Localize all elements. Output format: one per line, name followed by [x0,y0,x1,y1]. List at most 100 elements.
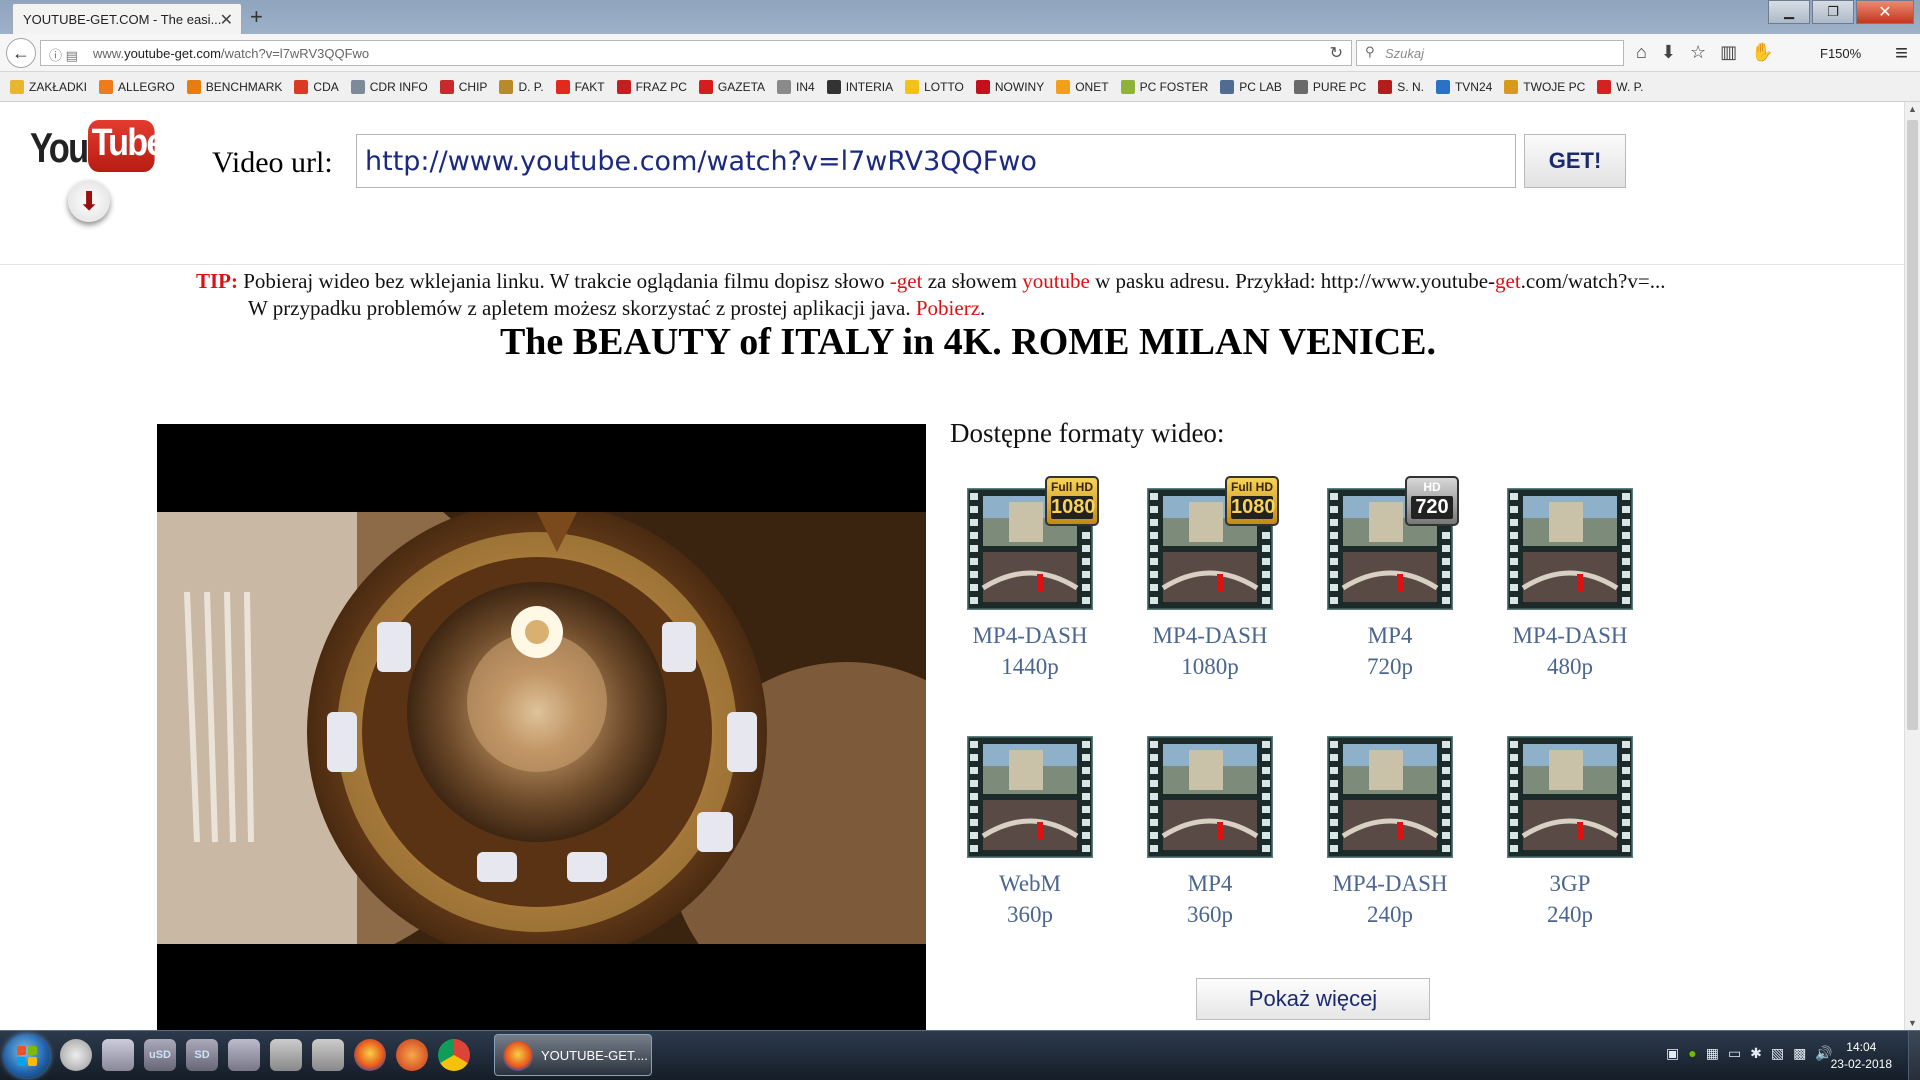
film-strip-icon [1145,734,1275,860]
hard-drive-icon[interactable] [270,1039,302,1071]
bookmark-item[interactable]: PC FOSTER [1120,79,1208,94]
address-bar[interactable]: ⓘ ▤ www.youtube-get.com/watch?v=l7wRV3QQ… [40,40,1352,66]
header-divider [0,264,1904,265]
java-download-link[interactable]: Pobierz [916,296,980,320]
bookmark-item[interactable]: LOTTO [905,79,964,94]
bookmark-item[interactable]: TWOJE PC [1504,79,1585,94]
zoom-level[interactable]: F150% [1820,46,1861,61]
format-option[interactable]: 3GP 240p [1490,734,1650,930]
bluetooth-icon[interactable]: ✱ [1750,1045,1762,1062]
taskbar-firefox-window[interactable]: YOUTUBE-GET.... [494,1034,652,1076]
tray-app-2-icon[interactable]: ▦ [1706,1045,1719,1062]
format-label[interactable]: MP4-DASH 240p [1310,868,1470,930]
format-option[interactable]: MP4 360p [1130,734,1290,930]
bookmark-item[interactable]: FRAZ PC [616,79,687,94]
bookmark-item[interactable]: BENCHMARK [186,79,282,94]
new-tab-icon[interactable]: + [250,4,263,30]
tray-app-icon[interactable]: ▣ [1666,1045,1679,1062]
close-window-icon[interactable]: ✕ [1856,0,1914,24]
bookmark-item[interactable]: PC LAB [1220,79,1282,94]
hamburger-menu-icon[interactable]: ≡ [1895,40,1908,66]
bookmark-item[interactable]: GAZETA [698,79,765,94]
removable-drive-icon[interactable] [228,1039,260,1071]
maximize-icon[interactable]: ❐ [1812,0,1854,24]
format-option[interactable]: WebM 360p [950,734,1110,930]
bookmark-item[interactable]: CHIP [439,79,487,94]
tray-app-4-icon[interactable]: ▩ [1793,1045,1806,1062]
page-scrollbar[interactable]: ▲ ▼ [1904,102,1920,1030]
home-icon[interactable]: ⌂ [1636,42,1647,63]
ccleaner-icon[interactable] [396,1039,428,1071]
firefox-icon[interactable] [354,1039,386,1071]
drive-icon[interactable] [102,1039,134,1071]
search-input[interactable]: ⚲ Szukaj [1356,40,1624,66]
format-option[interactable]: Full HD 1080 MP4-DASH 1080p [1130,476,1290,682]
system-clock[interactable]: 14:04 23-02-2018 [1831,1039,1892,1073]
get-button[interactable]: GET! [1524,134,1626,188]
format-icon[interactable] [1145,734,1275,860]
format-icon[interactable] [1505,486,1635,612]
format-option[interactable]: Full HD 1080 MP4-DASH 1440p [950,476,1110,682]
chrome-icon[interactable] [438,1039,470,1071]
format-label[interactable]: MP4 720p [1310,620,1470,682]
format-option[interactable]: HD 720 MP4 720p [1310,476,1470,682]
extension-icon[interactable]: ✋ [1751,42,1773,63]
close-tab-icon[interactable]: ✕ [220,10,233,30]
format-icon[interactable]: HD 720 [1325,476,1459,612]
bookmark-item[interactable]: IN4 [777,79,815,94]
youtube-get-logo[interactable]: You Tube ⬇ [30,120,165,224]
scroll-up-icon[interactable]: ▲ [1908,104,1917,114]
info-icon[interactable]: ⓘ ▤ [49,45,78,64]
bookmark-star-icon[interactable]: ☆ [1690,42,1706,63]
format-icon[interactable] [1325,734,1455,860]
bookmark-item[interactable]: S. N. [1378,79,1424,94]
bookmark-item[interactable]: INTERIA [826,79,893,94]
format-label[interactable]: MP4-DASH 1080p [1130,620,1290,682]
scroll-thumb[interactable] [1907,120,1918,730]
format-option[interactable]: MP4-DASH 240p [1310,734,1470,930]
video-player[interactable] [157,424,926,1030]
bookmark-item[interactable]: TVN24 [1435,79,1492,94]
bookmark-item[interactable]: ALLEGRO [99,79,175,94]
tray-app-3-icon[interactable]: ▧ [1771,1045,1784,1062]
show-more-button[interactable]: Pokaż więcej [1196,978,1430,1020]
format-label[interactable]: WebM 360p [950,868,1110,930]
format-label[interactable]: MP4-DASH 1440p [950,620,1110,682]
sd-card-icon[interactable]: SD [186,1039,218,1071]
library-icon[interactable]: ▥ [1720,42,1737,63]
bookmark-item[interactable]: W. P. [1597,79,1643,94]
bookmark-item[interactable]: NOWINY [975,79,1044,94]
show-desktop-button[interactable] [1908,1031,1920,1080]
back-arrow-icon[interactable]: ← [6,38,36,68]
format-icon[interactable] [1505,734,1635,860]
cd-drive-icon[interactable] [60,1039,92,1071]
video-title: The BEAUTY of ITALY in 4K. ROME MILAN VE… [499,321,1437,363]
minimize-icon[interactable]: ▁ [1768,0,1810,24]
bookmark-item[interactable]: PURE PC [1293,79,1366,94]
format-label[interactable]: MP4-DASH 480p [1490,620,1650,682]
format-icon[interactable] [965,734,1095,860]
usd-card-icon[interactable]: uSD [144,1039,176,1071]
scroll-down-icon[interactable]: ▼ [1908,1018,1917,1028]
format-icon[interactable]: Full HD 1080 [1145,476,1279,612]
tip-get-word: -get [889,269,923,293]
format-option[interactable]: MP4-DASH 480p [1490,486,1650,682]
bookmark-item[interactable]: FAKT [555,79,605,94]
bookmark-item[interactable]: ONET [1056,79,1109,94]
bookmark-label: CDR INFO [369,79,428,94]
browser-tab[interactable]: YOUTUBE-GET.COM - The easi... ✕ [12,3,242,34]
download-icon[interactable]: ⬇ [1661,42,1676,63]
bookmark-item[interactable]: CDA [294,79,339,94]
bookmark-item[interactable]: D. P. [499,79,544,94]
start-button[interactable] [4,1034,50,1078]
format-label[interactable]: MP4 360p [1130,868,1290,930]
hard-drive-2-icon[interactable] [312,1039,344,1071]
bookmark-item[interactable]: CDR INFO [350,79,428,94]
bookmark-item[interactable]: ZAKŁADKI [10,79,87,94]
reload-icon[interactable]: ↻ [1330,43,1343,63]
nvidia-icon[interactable]: ● [1688,1045,1696,1062]
format-label[interactable]: 3GP 240p [1490,868,1650,930]
format-icon[interactable]: Full HD 1080 [965,476,1099,612]
network-icon[interactable]: ▭ [1728,1045,1741,1062]
video-url-input[interactable] [356,134,1516,188]
